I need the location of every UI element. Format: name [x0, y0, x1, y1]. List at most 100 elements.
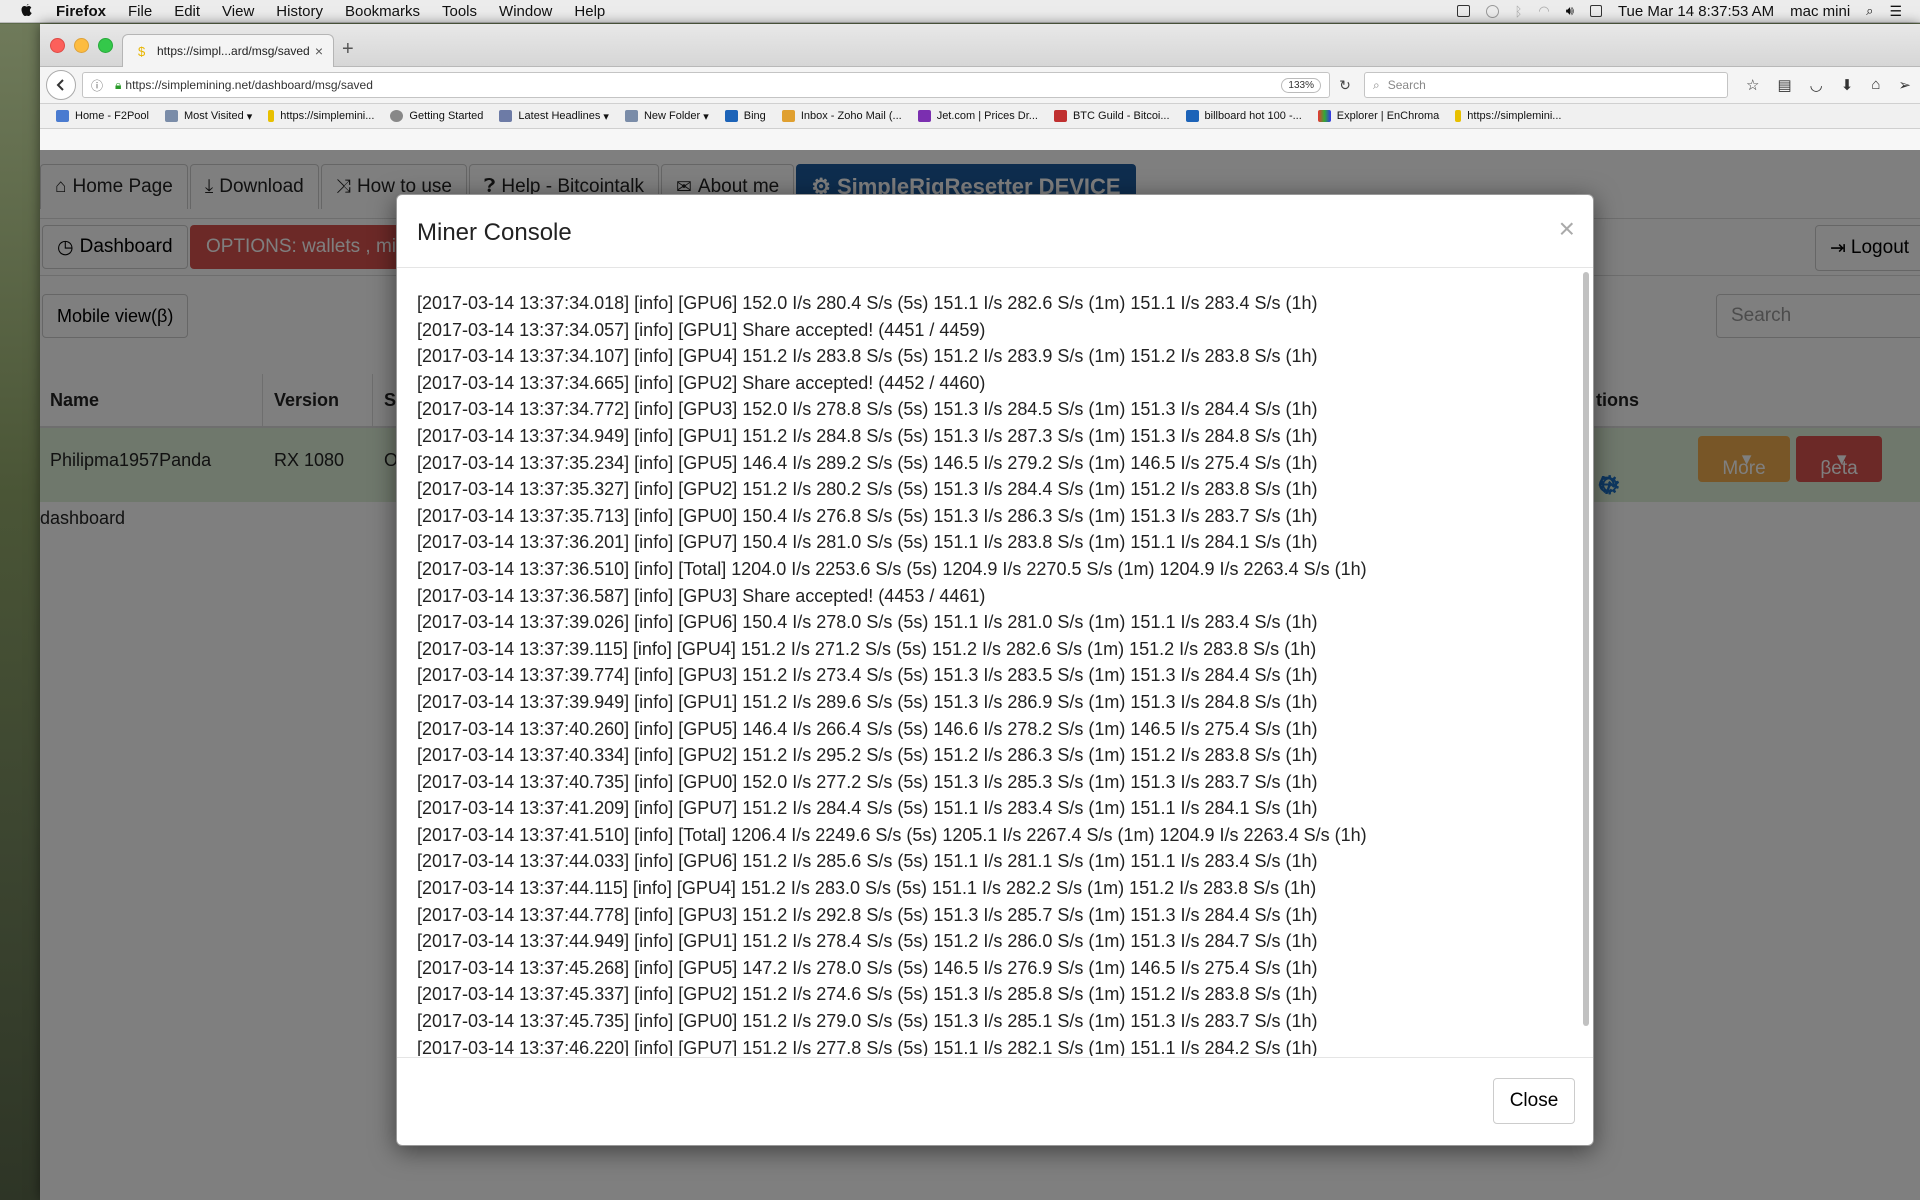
menu-user[interactable]: mac mini — [1790, 3, 1850, 20]
log-line: [2017-03-14 13:37:35.713] [info] [GPU0] … — [417, 505, 1318, 526]
bookmark-item[interactable]: Inbox - Zoho Mail (... — [781, 110, 902, 122]
log-line: [2017-03-14 13:37:39.774] [info] [GPU3] … — [417, 665, 1318, 686]
reload-icon[interactable]: ↻ — [1330, 77, 1360, 94]
url-bar[interactable]: ⓘ 🔒︎ https://simplemining.net/dashboard/… — [82, 72, 1330, 98]
bookmark-item[interactable]: https://simplemini... — [1455, 110, 1561, 122]
bluetooth-icon[interactable]: ᛒ — [1515, 4, 1523, 19]
bookmark-item[interactable]: Jet.com | Prices Dr... — [917, 110, 1038, 122]
bookmark-item[interactable]: Bing — [724, 110, 766, 122]
tab-title: https://simpl...ard/msg/saved — [157, 44, 310, 58]
tab-close-icon[interactable]: × — [315, 43, 323, 59]
close-button[interactable]: Close — [1493, 1078, 1575, 1124]
notification-center-icon[interactable]: ☰ — [1889, 3, 1902, 20]
close-window-icon[interactable] — [50, 38, 65, 53]
log-line: [2017-03-14 13:37:40.334] [info] [GPU2] … — [417, 745, 1318, 766]
menu-edit[interactable]: Edit — [174, 3, 200, 20]
bookmark-label: billboard hot 100 -... — [1204, 110, 1302, 122]
log-line: [2017-03-14 13:37:34.772] [info] [GPU3] … — [417, 399, 1318, 420]
pocket-icon[interactable]: ◡ — [1810, 76, 1823, 94]
url-text[interactable]: https://simplemining.net/dashboard/msg/s… — [125, 78, 372, 92]
modal-header: Miner Console × — [397, 195, 1593, 268]
bookmark-item[interactable]: billboard hot 100 -... — [1185, 110, 1302, 122]
bookmark-star-icon[interactable]: ☆ — [1746, 76, 1759, 94]
log-line: [2017-03-14 13:37:39.026] [info] [GPU6] … — [417, 612, 1318, 633]
browser-search-placeholder: Search — [1387, 78, 1426, 92]
downloads-icon[interactable]: ⬇ — [1841, 76, 1854, 94]
log-line: [2017-03-14 13:37:40.735] [info] [GPU0] … — [417, 771, 1318, 792]
log-line: [2017-03-14 13:37:34.107] [info] [GPU4] … — [417, 346, 1318, 367]
bookmark-label: Bing — [743, 110, 766, 122]
log-line: [2017-03-14 13:37:34.057] [info] [GPU1] … — [417, 319, 986, 340]
modal-close-icon[interactable]: × — [1559, 213, 1575, 245]
back-button[interactable] — [46, 70, 76, 100]
bookmark-label: Getting Started — [409, 110, 484, 122]
send-icon[interactable]: ➢ — [1898, 76, 1911, 94]
input-menu-icon[interactable] — [1589, 5, 1602, 17]
bookmark-item[interactable]: Getting Started — [390, 110, 483, 122]
bookmark-item[interactable]: New Folder ▾ — [624, 110, 709, 123]
browser-window: $ https://simpl...ard/msg/saved × + ⓘ 🔒︎… — [40, 24, 1920, 1200]
lock-icon: 🔒︎ — [115, 77, 122, 92]
info-icon[interactable]: ⓘ — [91, 77, 103, 94]
log-line: [2017-03-14 13:37:46.220] [info] [GPU7] … — [417, 1037, 1318, 1056]
log-line: [2017-03-14 13:37:36.587] [info] [GPU3] … — [417, 585, 986, 606]
menu-history[interactable]: History — [276, 3, 323, 20]
console-log[interactable]: [2017-03-14 13:37:34.018] [info] [GPU6] … — [397, 268, 1593, 1056]
reading-list-icon[interactable]: ▤ — [1777, 76, 1791, 94]
log-line: [2017-03-14 13:37:41.510] [info] [Total]… — [417, 824, 1367, 845]
minimize-window-icon[interactable] — [74, 38, 89, 53]
dollar-icon — [1455, 110, 1462, 122]
menu-clock[interactable]: Tue Mar 14 8:37:53 AM — [1618, 3, 1774, 20]
bing-icon — [1185, 110, 1199, 122]
mail-icon — [781, 110, 795, 122]
zoom-window-icon[interactable] — [98, 38, 113, 53]
spotlight-icon[interactable]: ⌕ — [1866, 3, 1873, 19]
log-line: [2017-03-14 13:37:34.665] [info] [GPU2] … — [417, 372, 986, 393]
modal-title: Miner Console — [417, 219, 572, 246]
menu-help[interactable]: Help — [574, 3, 605, 20]
search-icon: ⌕ — [1373, 77, 1380, 92]
time-machine-icon[interactable] — [1485, 4, 1499, 18]
bookmark-label: https://simplemini... — [280, 110, 375, 122]
menu-app-name[interactable]: Firefox — [56, 3, 106, 20]
log-line: [2017-03-14 13:37:41.209] [info] [GPU7] … — [417, 798, 1318, 819]
browser-search-input[interactable]: ⌕ Search — [1364, 72, 1728, 98]
wifi-icon[interactable]: ◠ — [1538, 3, 1549, 19]
zoom-level[interactable]: 133% — [1281, 77, 1321, 93]
folder-icon — [624, 110, 638, 122]
bookmark-item[interactable]: Home - F2Pool — [56, 110, 149, 122]
bookmark-item[interactable]: https://simplemini... — [268, 110, 374, 122]
dollar-favicon-icon: $ — [138, 44, 146, 58]
menu-bookmarks[interactable]: Bookmarks — [345, 3, 420, 20]
menu-view[interactable]: View — [222, 3, 254, 20]
log-line: [2017-03-14 13:37:44.115] [info] [GPU4] … — [417, 878, 1317, 899]
browser-tab[interactable]: $ https://simpl...ard/msg/saved × — [122, 34, 334, 67]
home-icon[interactable]: ⌂ — [1871, 76, 1880, 94]
web-page: ⌂Home Page ⤓Download ⤨How to use ❓︎Help … — [40, 150, 1920, 1200]
bookmark-label: BTC Guild - Bitcoi... — [1072, 110, 1170, 122]
volume-icon[interactable]: 🔊︎ — [1566, 3, 1574, 19]
log-line: [2017-03-14 13:37:45.735] [info] [GPU0] … — [417, 1011, 1318, 1032]
log-line: [2017-03-14 13:37:45.268] [info] [GPU5] … — [417, 957, 1318, 978]
dollar-icon — [268, 110, 275, 122]
scrollbar[interactable] — [1583, 272, 1589, 1026]
log-line: [2017-03-14 13:37:39.115] [info] [GPU4] … — [417, 638, 1317, 659]
bookmark-item[interactable]: BTC Guild - Bitcoi... — [1053, 110, 1170, 122]
rss-icon — [499, 110, 513, 122]
menu-tools[interactable]: Tools — [442, 3, 477, 20]
menu-file[interactable]: File — [128, 3, 152, 20]
back-arrow-icon — [56, 79, 64, 91]
new-tab-icon[interactable]: + — [342, 38, 354, 61]
btc-guild-icon — [1053, 110, 1067, 122]
bookmark-item[interactable]: Most Visited ▾ — [164, 110, 252, 123]
apple-logo-icon[interactable] — [18, 3, 34, 19]
bookmark-item[interactable]: Explorer | EnChroma — [1317, 110, 1439, 122]
miner-console-modal: Miner Console × [2017-03-14 13:37:34.018… — [396, 194, 1594, 1146]
bookmark-label: Latest Headlines — [518, 110, 601, 122]
log-line: [2017-03-14 13:37:45.337] [info] [GPU2] … — [417, 984, 1318, 1005]
screens-icon[interactable] — [1456, 5, 1470, 17]
folder-icon — [164, 110, 178, 122]
menu-window[interactable]: Window — [499, 3, 552, 20]
bookmark-label: Inbox - Zoho Mail (... — [800, 110, 902, 122]
bookmark-item[interactable]: Latest Headlines ▾ — [499, 110, 609, 123]
